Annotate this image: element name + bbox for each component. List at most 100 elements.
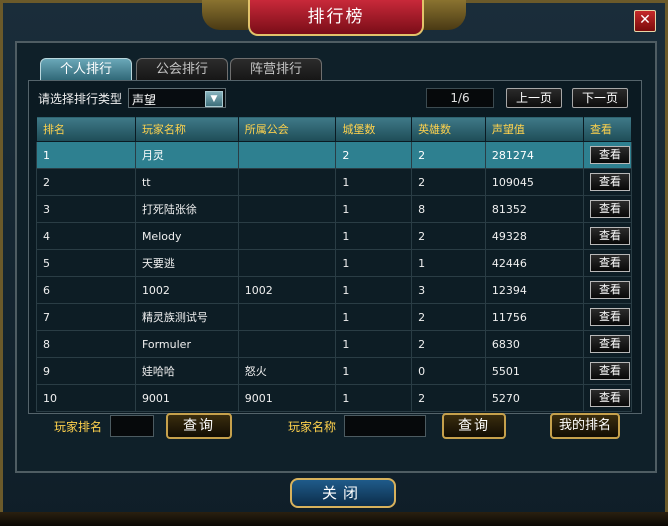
table-row[interactable]: 3 打死陆张徐 1 8 81352 查看 bbox=[36, 195, 632, 223]
cell-rank: 4 bbox=[36, 222, 136, 250]
cell-rank: 9 bbox=[36, 357, 136, 385]
window-title: 排行榜 bbox=[248, 0, 424, 36]
table-row[interactable]: 5 天要逃 1 1 42446 查看 bbox=[36, 249, 632, 277]
tab-personal-ranking[interactable]: 个人排行 bbox=[40, 58, 132, 81]
cell-player-name: tt bbox=[134, 168, 239, 196]
cell-guild bbox=[237, 249, 337, 277]
cell-guild: 1002 bbox=[237, 276, 337, 304]
prev-page-button[interactable]: 上一页 bbox=[506, 88, 562, 108]
query-name-button[interactable]: 查询 bbox=[442, 413, 506, 439]
table-row[interactable]: 7 精灵族测试号 1 2 11756 查看 bbox=[36, 303, 632, 331]
table-row[interactable]: 2 tt 1 2 109045 查看 bbox=[36, 168, 632, 196]
cell-player-name: 天要逃 bbox=[134, 249, 239, 277]
cell-view: 查看 bbox=[583, 141, 632, 169]
table-row[interactable]: 10 9001 9001 1 2 5270 查看 bbox=[36, 384, 632, 412]
cell-player-name: 娃哈哈 bbox=[134, 357, 239, 385]
title-ornament-left bbox=[202, 0, 248, 30]
cell-rank: 2 bbox=[36, 168, 136, 196]
cell-castles: 1 bbox=[335, 195, 413, 223]
cell-rank: 8 bbox=[36, 330, 136, 358]
view-button[interactable]: 查看 bbox=[590, 362, 630, 380]
title-ornament-right bbox=[420, 0, 466, 30]
cell-view: 查看 bbox=[583, 303, 632, 331]
tab-guild-ranking[interactable]: 公会排行 bbox=[136, 58, 228, 81]
cell-view: 查看 bbox=[583, 384, 632, 412]
col-guild: 所属公会 bbox=[237, 116, 337, 142]
col-prestige: 声望值 bbox=[484, 116, 585, 142]
cell-castles: 1 bbox=[335, 303, 413, 331]
cell-view: 查看 bbox=[583, 330, 632, 358]
cell-heroes: 8 bbox=[411, 195, 486, 223]
ranking-table: 排名 玩家名称 所属公会 城堡数 英雄数 声望值 查看 1 月灵 2 2 281274 查… bbox=[36, 116, 632, 412]
cell-heroes: 2 bbox=[411, 384, 486, 412]
cell-guild bbox=[237, 195, 337, 223]
my-rank-button[interactable]: 我的排名 bbox=[550, 413, 620, 439]
cell-player-name: 精灵族测试号 bbox=[134, 303, 239, 331]
cell-player-name: 1002 bbox=[134, 276, 239, 304]
close-icon[interactable]: ✕ bbox=[634, 10, 656, 32]
view-button[interactable]: 查看 bbox=[590, 200, 630, 218]
cell-prestige: 49328 bbox=[484, 222, 585, 250]
cell-castles: 1 bbox=[335, 330, 413, 358]
col-heroes: 英雄数 bbox=[411, 116, 486, 142]
view-button[interactable]: 查看 bbox=[590, 146, 630, 164]
cell-player-name: 打死陆张徐 bbox=[134, 195, 239, 223]
cell-prestige: 5270 bbox=[484, 384, 585, 412]
cell-prestige: 281274 bbox=[484, 141, 585, 169]
view-button[interactable]: 查看 bbox=[590, 173, 630, 191]
cell-guild: 9001 bbox=[237, 384, 337, 412]
cell-view: 查看 bbox=[583, 276, 632, 304]
tab-faction-ranking[interactable]: 阵营排行 bbox=[230, 58, 322, 81]
cell-castles: 2 bbox=[335, 141, 413, 169]
cell-rank: 6 bbox=[36, 276, 136, 304]
next-page-button[interactable]: 下一页 bbox=[572, 88, 628, 108]
view-button[interactable]: 查看 bbox=[590, 281, 630, 299]
player-rank-label: 玩家排名 bbox=[54, 420, 103, 434]
table-row[interactable]: 1 月灵 2 2 281274 查看 bbox=[36, 141, 632, 169]
table-row[interactable]: 9 娃哈哈 怒火 1 0 5501 查看 bbox=[36, 357, 632, 385]
table-row[interactable]: 4 Melody 1 2 49328 查看 bbox=[36, 222, 632, 250]
cell-rank: 5 bbox=[36, 249, 136, 277]
cell-guild bbox=[237, 168, 337, 196]
chevron-down-icon[interactable]: ▼ bbox=[205, 91, 223, 107]
cell-prestige: 12394 bbox=[484, 276, 585, 304]
cell-rank: 3 bbox=[36, 195, 136, 223]
view-button[interactable]: 查看 bbox=[590, 389, 630, 407]
cell-view: 查看 bbox=[583, 222, 632, 250]
ranking-type-value: 声望 bbox=[132, 93, 157, 107]
cell-prestige: 11756 bbox=[484, 303, 585, 331]
ranking-type-select[interactable]: 声望 ▼ bbox=[128, 88, 226, 108]
cell-castles: 1 bbox=[335, 168, 413, 196]
view-button[interactable]: 查看 bbox=[590, 254, 630, 272]
view-button[interactable]: 查看 bbox=[590, 308, 630, 326]
cell-castles: 1 bbox=[335, 249, 413, 277]
player-name-input[interactable] bbox=[344, 415, 426, 437]
cell-guild: 怒火 bbox=[237, 357, 337, 385]
cell-view: 查看 bbox=[583, 168, 632, 196]
col-view: 查看 bbox=[583, 116, 632, 142]
cell-player-name: 月灵 bbox=[134, 141, 239, 169]
bottom-ornament bbox=[0, 512, 668, 526]
cell-rank: 1 bbox=[36, 141, 136, 169]
cell-prestige: 42446 bbox=[484, 249, 585, 277]
table-row[interactable]: 6 1002 1002 1 3 12394 查看 bbox=[36, 276, 632, 304]
query-rank-button[interactable]: 查询 bbox=[166, 413, 232, 439]
close-button[interactable]: 关闭 bbox=[290, 478, 396, 508]
cell-castles: 1 bbox=[335, 222, 413, 250]
cell-guild bbox=[237, 330, 337, 358]
view-button[interactable]: 查看 bbox=[590, 227, 630, 245]
player-rank-input[interactable] bbox=[110, 415, 154, 437]
cell-heroes: 2 bbox=[411, 330, 486, 358]
player-name-label: 玩家名称 bbox=[288, 420, 337, 434]
cell-heroes: 2 bbox=[411, 303, 486, 331]
view-button[interactable]: 查看 bbox=[590, 335, 630, 353]
cell-prestige: 109045 bbox=[484, 168, 585, 196]
table-header-row: 排名 玩家名称 所属公会 城堡数 英雄数 声望值 查看 bbox=[36, 116, 632, 142]
cell-view: 查看 bbox=[583, 249, 632, 277]
cell-player-name: 9001 bbox=[134, 384, 239, 412]
cell-castles: 1 bbox=[335, 384, 413, 412]
page-indicator: 1/6 bbox=[426, 88, 494, 108]
table-row[interactable]: 8 Formuler 1 2 6830 查看 bbox=[36, 330, 632, 358]
cell-heroes: 1 bbox=[411, 249, 486, 277]
cell-view: 查看 bbox=[583, 195, 632, 223]
